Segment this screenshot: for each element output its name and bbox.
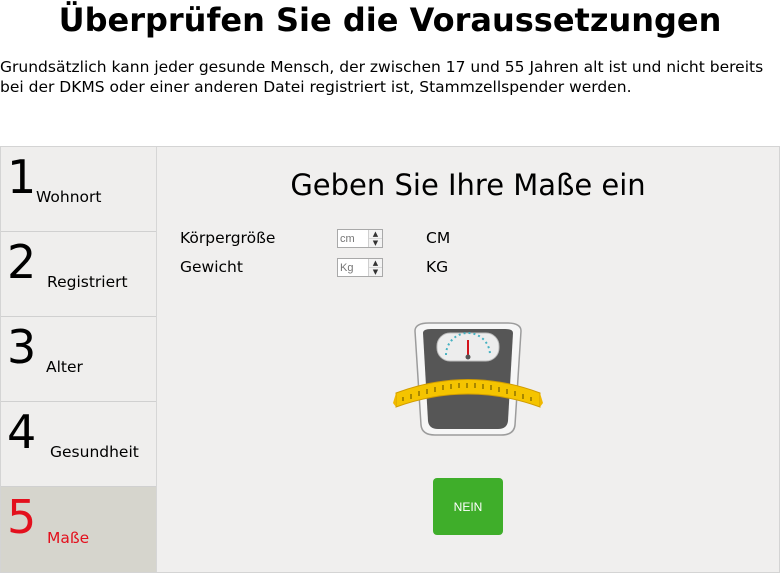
step-number: 3 [7,320,37,374]
step-label: Gesundheit [50,443,139,461]
weight-label: Gewicht [180,258,243,276]
step-number: 2 [7,235,37,289]
weight-stepper-arrows[interactable]: ▲ ▼ [368,259,382,276]
bathroom-scale-icon [393,322,543,436]
intro-text: Grundsätzlich kann jeder gesunde Mensch,… [0,58,764,96]
height-input[interactable] [338,230,370,247]
step-number: 1 [7,150,37,204]
increment-arrow-icon[interactable]: ▲ [369,230,382,239]
questionnaire-panel: 1 Wohnort 2 Registriert 3 Alter 4 Gesund… [0,146,780,573]
step-label: Wohnort [36,188,102,206]
step-navigation: 1 Wohnort 2 Registriert 3 Alter 4 Gesund… [1,147,157,572]
step-label: Registriert [47,273,128,291]
weight-unit: KG [426,258,449,276]
step-label: Maße [47,529,90,547]
step-number: 5 [7,490,37,544]
nein-button[interactable]: NEIN [433,478,503,535]
step-3-alter[interactable]: 3 Alter [1,317,156,402]
step-1-wohnort[interactable]: 1 Wohnort [1,147,156,232]
height-stepper[interactable]: ▲ ▼ [337,229,383,248]
step-5-masse[interactable]: 5 Maße [1,487,156,572]
step-label: Alter [46,358,83,376]
weight-row: Gewicht ▲ ▼ KG [180,256,580,278]
form-heading: Geben Sie Ihre Maße ein [290,168,646,202]
step-2-registriert[interactable]: 2 Registriert [1,232,156,317]
page-title: Überprüfen Sie die Voraussetzungen [58,1,722,39]
decrement-arrow-icon[interactable]: ▼ [369,268,382,276]
decrement-arrow-icon[interactable]: ▼ [369,239,382,247]
height-label: Körpergröße [180,229,276,247]
height-stepper-arrows[interactable]: ▲ ▼ [368,230,382,247]
increment-arrow-icon[interactable]: ▲ [369,259,382,268]
step-content: Geben Sie Ihre Maße ein Körpergröße ▲ ▼ … [157,147,779,572]
weight-stepper[interactable]: ▲ ▼ [337,258,383,277]
step-number: 4 [7,405,37,459]
height-row: Körpergröße ▲ ▼ CM [180,227,580,249]
weight-input[interactable] [338,259,370,276]
step-4-gesundheit[interactable]: 4 Gesundheit [1,402,156,487]
height-unit: CM [426,229,451,247]
